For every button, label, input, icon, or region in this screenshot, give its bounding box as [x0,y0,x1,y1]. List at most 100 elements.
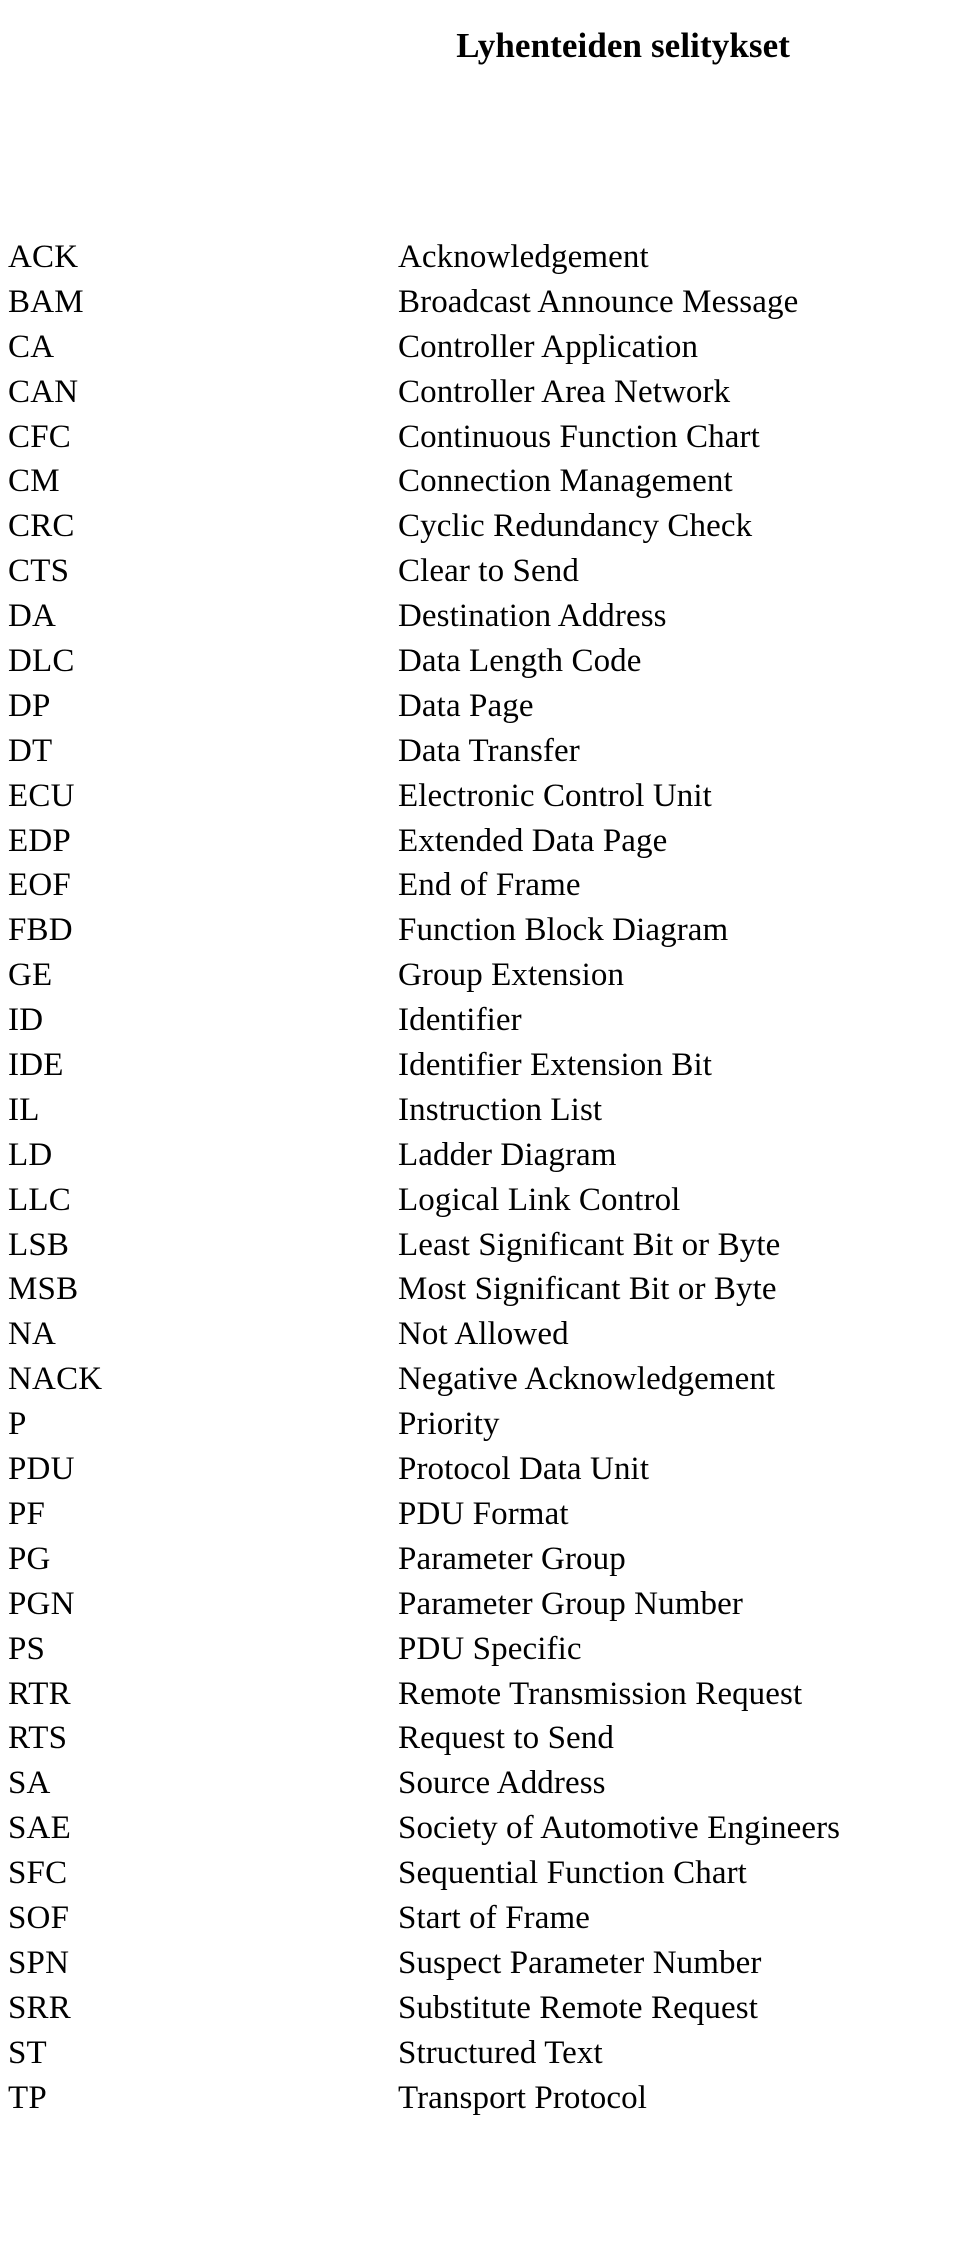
abbreviation-row: RTS Request to Send [0,1716,960,1761]
abbreviation-row: DLC Data Length Code [0,639,960,684]
abbreviation-term: GE [8,957,53,994]
abbreviation-definition: Start of Frame [398,1899,591,1936]
abbreviation-row: DA Destination Address [0,594,960,639]
abbreviation-term: DA [8,598,57,635]
abbreviation-definition: End of Frame [398,867,581,904]
abbreviation-term: RTR [8,1675,71,1712]
abbreviation-term: EDP [8,822,71,859]
abbreviation-term: NA [8,1316,57,1353]
abbreviation-definition: Structured Text [398,2034,603,2071]
abbreviation-term: SFC [8,1855,68,1892]
abbreviation-row: CA Controller Application [0,325,960,370]
abbreviation-term: SAE [8,1810,71,1847]
abbreviation-definition: Ladder Diagram [398,1136,617,1173]
abbreviation-term: SPN [8,1944,70,1981]
abbreviation-term: SOF [8,1899,70,1936]
abbreviation-term: LLC [8,1181,71,1218]
abbreviation-term: ACK [8,239,79,275]
abbreviation-term: LD [8,1136,53,1173]
document-page: Lyhenteiden selitykset ACK Acknowledgemen… [0,0,960,2247]
abbreviation-definition: Controller Area Network [398,373,731,410]
abbreviation-row: PS PDU Specific [0,1627,960,1672]
abbreviation-row: SRR Substitute Remote Request [0,1986,960,2031]
abbreviation-row: SA Source Address [0,1761,960,1806]
abbreviation-term: PGN [8,1585,75,1622]
abbreviation-row: FBD Function Block Diagram [0,908,960,953]
abbreviation-row: SAE Society of Automotive Engineers [0,1806,960,1851]
abbreviation-row: BAM Broadcast Announce Message [0,280,960,325]
abbreviation-definition: Not Allowed [398,1316,569,1353]
abbreviation-term: LSB [8,1226,70,1263]
abbreviation-row: SOF Start of Frame [0,1896,960,1941]
abbreviation-row: EOF End of Frame [0,863,960,908]
abbreviation-definition: Parameter Group Number [398,1585,743,1622]
abbreviation-definition: Instruction List [398,1091,603,1128]
abbreviation-term: ECU [8,777,75,814]
abbreviation-row: EDP Extended Data Page [0,819,960,864]
abbreviation-term: IDE [8,1047,64,1084]
abbreviation-term: BAM [8,283,84,320]
abbreviation-definition: Protocol Data Unit [398,1451,650,1488]
abbreviation-term: FBD [8,912,73,949]
abbreviation-row: CRC Cyclic Redundancy Check [0,504,960,549]
abbreviation-list: ACK Acknowledgement BAM Broadcast Announce … [0,235,960,2120]
abbreviation-definition: Cyclic Redundancy Check [398,508,753,545]
abbreviation-definition: Controller Application [398,328,699,365]
page-title: Lyhenteiden selitykset [456,26,790,66]
abbreviation-row: CTS Clear to Send [0,549,960,594]
abbreviation-term: NACK [8,1361,103,1398]
abbreviation-row: NACK Negative Acknowledgement [0,1357,960,1402]
abbreviation-term: SA [8,1765,51,1802]
abbreviation-row: CM Connection Management [0,459,960,504]
abbreviation-term: SRR [8,1989,71,2026]
abbreviation-definition: Substitute Remote Request [398,1989,758,2026]
abbreviation-row: IDE Identifier Extension Bit [0,1043,960,1088]
abbreviation-term: CM [8,463,60,500]
abbreviation-definition: Acknowledgement [398,239,649,275]
abbreviation-definition: Function Block Diagram [398,912,729,949]
abbreviation-row: MSB Most Significant Bit or Byte [0,1267,960,1312]
abbreviation-definition: Data Length Code [398,643,642,680]
abbreviation-definition: Electronic Control Unit [398,777,712,814]
abbreviation-row: RTR Remote Transmission Request [0,1672,960,1717]
abbreviation-term: RTS [8,1720,68,1757]
abbreviation-definition: Priority [398,1406,500,1443]
abbreviation-row: NA Not Allowed [0,1312,960,1357]
abbreviation-definition: Request to Send [398,1720,614,1757]
abbreviation-term: CA [8,328,55,365]
abbreviation-row: TP Transport Protocol [0,2076,960,2121]
abbreviation-definition: Clear to Send [398,553,579,590]
abbreviation-definition: Data Transfer [398,732,580,769]
abbreviation-term: CRC [8,508,75,545]
abbreviation-term: EOF [8,867,71,904]
abbreviation-row: DT Data Transfer [0,729,960,774]
abbreviation-definition: Destination Address [398,598,667,635]
abbreviation-definition: Most Significant Bit or Byte [398,1271,777,1308]
abbreviation-term: PF [8,1495,46,1532]
abbreviation-definition: Parameter Group [398,1540,626,1577]
abbreviation-definition: Continuous Function Chart [398,418,760,455]
abbreviation-term: CFC [8,418,71,455]
abbreviation-row: ACK Acknowledgement [0,235,960,280]
abbreviation-row: CAN Controller Area Network [0,370,960,415]
abbreviation-definition: Data Page [398,687,534,724]
abbreviation-term: ID [8,1002,44,1039]
abbreviation-definition: PDU Specific [398,1630,582,1667]
abbreviation-definition: Broadcast Announce Message [398,283,799,320]
abbreviation-row: CFC Continuous Function Chart [0,415,960,460]
abbreviation-row: PG Parameter Group [0,1537,960,1582]
abbreviation-definition: PDU Format [398,1495,569,1532]
abbreviation-definition: Negative Acknowledgement [398,1361,776,1398]
abbreviation-term: P [8,1406,27,1443]
abbreviation-row: PF PDU Format [0,1492,960,1537]
abbreviation-definition: Remote Transmission Request [398,1675,803,1712]
abbreviation-row: IL Instruction List [0,1088,960,1133]
abbreviation-term: DT [8,732,53,769]
abbreviation-row: P Priority [0,1402,960,1447]
abbreviation-row: SPN Suspect Parameter Number [0,1941,960,1986]
abbreviation-row: ST Structured Text [0,2031,960,2076]
abbreviation-row: PDU Protocol Data Unit [0,1447,960,1492]
abbreviation-row: PGN Parameter Group Number [0,1582,960,1627]
abbreviation-term: TP [8,2079,47,2116]
abbreviation-row: GE Group Extension [0,953,960,998]
